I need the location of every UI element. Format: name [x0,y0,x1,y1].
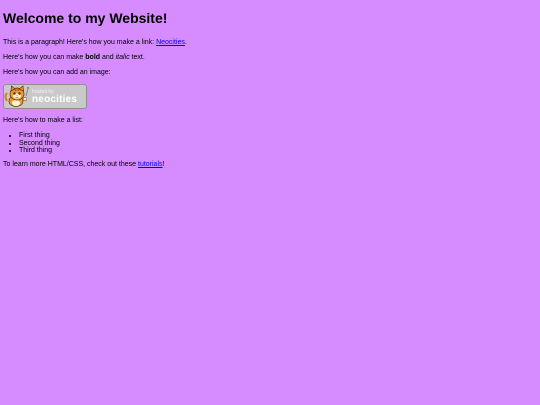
list-item: Third thing [19,147,537,155]
list-item: First thing [19,132,537,140]
intro-paragraph: This is a paragraph! Here's how you make… [3,39,537,47]
formatting-paragraph: Here's how you can make bold and italic … [3,54,537,62]
learn-more-text-end: ! [162,160,165,168]
formatting-text-end: text. [129,54,145,61]
formatting-text-middle: and [100,54,116,61]
badge-big-text: neocities [32,93,78,105]
intro-text: This is a paragraph! Here's how you make… [3,39,157,46]
image-paragraph: Here's how you can add an image: [3,69,111,76]
learn-more-text: To learn more HTML/CSS, check out these [3,160,138,168]
neocities-link[interactable]: Neocities [156,39,185,46]
formatting-text: Here's how you can make [3,54,86,61]
page-title: Welcome to my Website! [3,10,168,26]
badge-text: hosted by neocities [32,89,77,105]
italic-text: italic [115,54,130,61]
learn-more-paragraph: To learn more HTML/CSS, check out these … [3,161,537,169]
example-list: First thing Second thing Third thing [3,132,537,155]
tutorials-link[interactable]: tutorials [138,161,163,168]
intro-text-end: . [184,39,187,46]
bold-text: bold [85,54,101,61]
neocities-cat-icon [4,85,29,107]
list-item: Second thing [19,140,537,148]
image-container: hosted by neocities [3,84,537,111]
list-paragraph: Here's how to make a list: [3,117,83,124]
hosted-by-neocities-badge: hosted by neocities [3,84,87,109]
